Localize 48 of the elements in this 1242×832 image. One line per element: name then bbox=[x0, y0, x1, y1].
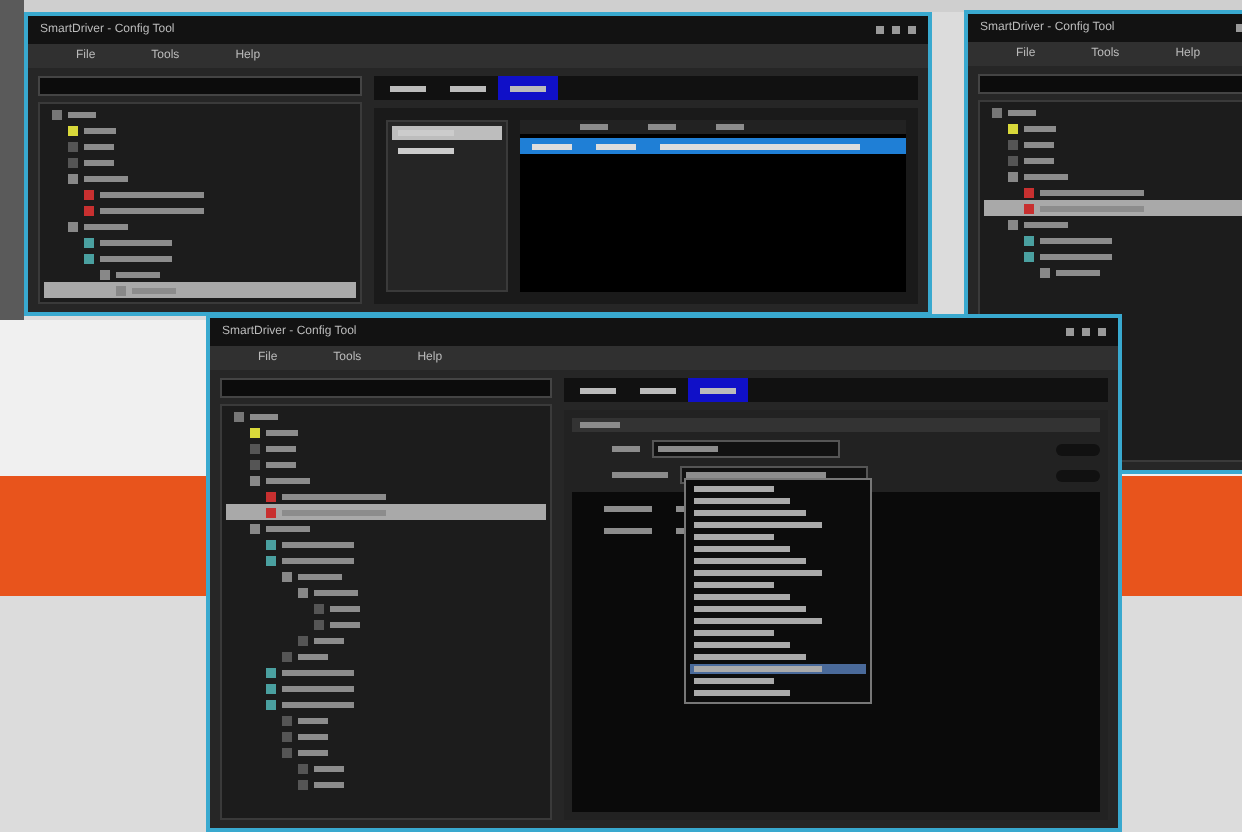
illegible-label bbox=[1008, 109, 1036, 115]
illegible-label bbox=[100, 207, 204, 213]
illegible-label bbox=[298, 717, 328, 723]
illegible-label bbox=[84, 127, 116, 133]
illegible-label bbox=[1024, 221, 1068, 227]
illegible-label bbox=[84, 223, 128, 229]
tab[interactable] bbox=[498, 76, 558, 100]
illegible-label bbox=[1040, 253, 1112, 259]
illegible-label bbox=[314, 637, 344, 643]
illegible-label bbox=[1024, 157, 1054, 163]
illegible-label bbox=[298, 749, 328, 755]
illegible-label bbox=[84, 159, 114, 165]
illegible-label bbox=[282, 701, 354, 707]
illegible-label bbox=[116, 271, 160, 277]
illegible-label bbox=[314, 781, 344, 787]
illegible-label bbox=[282, 685, 354, 691]
illegible-label bbox=[298, 573, 342, 579]
illegible-label bbox=[1056, 269, 1100, 275]
illegible-label bbox=[330, 605, 360, 611]
illegible-label bbox=[282, 557, 354, 563]
illegible-label bbox=[398, 148, 454, 154]
illegible-label bbox=[250, 413, 278, 419]
illegible-label bbox=[266, 477, 310, 483]
illegible-label bbox=[282, 541, 354, 547]
input-field[interactable] bbox=[652, 440, 840, 458]
tab[interactable] bbox=[688, 378, 748, 402]
illegible-label bbox=[1024, 141, 1054, 147]
illegible-label bbox=[266, 445, 296, 451]
illegible-label bbox=[282, 493, 386, 499]
illegible-label bbox=[84, 175, 128, 181]
illegible-label bbox=[100, 255, 172, 261]
illegible-label bbox=[266, 461, 296, 467]
illegible-label bbox=[314, 589, 358, 595]
illegible-label bbox=[298, 733, 328, 739]
illegible-label bbox=[282, 669, 354, 675]
illegible-label bbox=[1024, 125, 1056, 131]
illegible-label bbox=[266, 429, 298, 435]
illegible-label bbox=[1040, 237, 1112, 243]
illegible-label bbox=[100, 191, 204, 197]
illegible-label bbox=[298, 653, 328, 659]
illegible-label bbox=[266, 525, 310, 531]
illegible-label bbox=[84, 143, 114, 149]
illegible-label bbox=[1040, 189, 1144, 195]
illegible-label bbox=[330, 621, 360, 627]
illegible-label bbox=[1024, 173, 1068, 179]
illegible-label bbox=[100, 239, 172, 245]
illegible-label bbox=[314, 765, 344, 771]
illegible-label bbox=[68, 111, 96, 117]
